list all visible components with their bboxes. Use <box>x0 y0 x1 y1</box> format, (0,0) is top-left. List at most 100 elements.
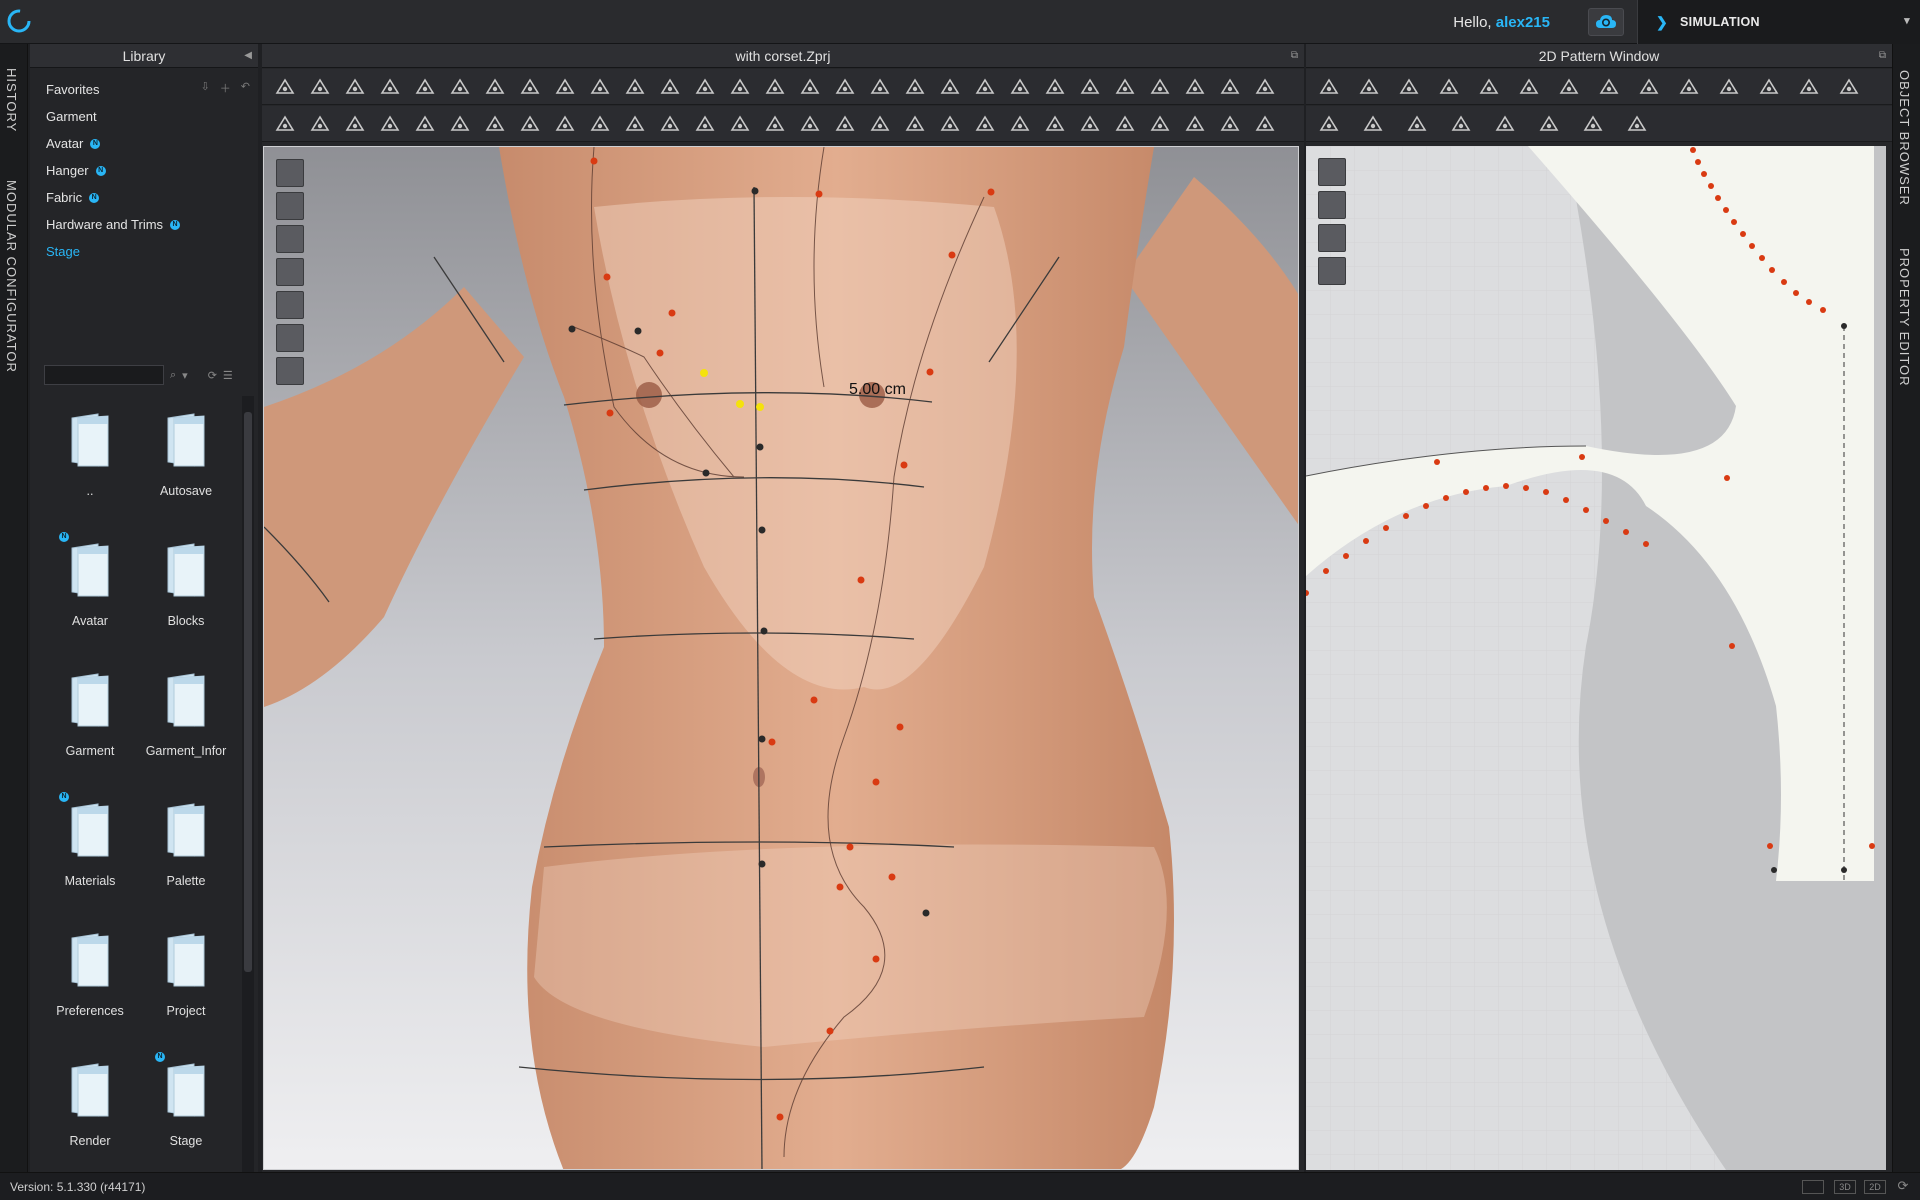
tool-icon[interactable] <box>1149 114 1171 134</box>
show-skin-icon[interactable] <box>276 324 304 352</box>
tool-icon[interactable] <box>1149 77 1171 97</box>
library-scrollbar[interactable] <box>242 396 254 1172</box>
tool-icon[interactable] <box>1219 114 1241 134</box>
tool-icon[interactable] <box>344 77 366 97</box>
3d-viewport[interactable]: 5.00 cm <box>263 146 1299 1170</box>
tool-icon[interactable] <box>624 114 646 134</box>
download-icon[interactable]: ⇩ <box>201 80 210 96</box>
folder-item[interactable]: Blocks <box>138 530 234 650</box>
tool-icon[interactable] <box>1838 77 1860 97</box>
tool-icon[interactable] <box>659 114 681 134</box>
folder-item[interactable]: Project <box>138 920 234 1040</box>
info-icon[interactable] <box>1318 224 1346 252</box>
tool-icon[interactable] <box>1538 114 1560 134</box>
tool-icon[interactable] <box>554 77 576 97</box>
tool-icon[interactable] <box>904 77 926 97</box>
tool-icon[interactable] <box>1450 114 1472 134</box>
tool-icon[interactable] <box>1009 77 1031 97</box>
tool-icon[interactable] <box>1438 77 1460 97</box>
view-mode-2d[interactable]: 2D <box>1864 1180 1886 1194</box>
show-avatar-icon[interactable] <box>276 159 304 187</box>
app-logo-icon[interactable] <box>6 8 32 34</box>
refresh-icon[interactable]: ⟳ <box>1892 1179 1914 1194</box>
tool-icon[interactable] <box>1318 77 1340 97</box>
tool-icon[interactable] <box>1518 77 1540 97</box>
tool-icon[interactable] <box>1009 114 1031 134</box>
tool-icon[interactable] <box>694 77 716 97</box>
show-fabric-icon[interactable] <box>276 258 304 286</box>
tool-icon[interactable] <box>1184 114 1206 134</box>
tool-icon[interactable] <box>1758 77 1780 97</box>
tool-icon[interactable] <box>1184 77 1206 97</box>
tool-icon[interactable] <box>1079 114 1101 134</box>
folder-item[interactable]: Palette <box>138 790 234 910</box>
library-item[interactable]: Hanger N <box>46 157 258 184</box>
tab-object-browser[interactable]: OBJECT BROWSER <box>1897 70 1912 206</box>
tool-icon[interactable] <box>974 114 996 134</box>
tool-icon[interactable] <box>1398 77 1420 97</box>
tool-icon[interactable] <box>484 77 506 97</box>
folder-item[interactable]: Stage N <box>138 1050 234 1170</box>
tool-icon[interactable] <box>449 114 471 134</box>
tool-icon[interactable] <box>1718 77 1740 97</box>
library-item[interactable]: Avatar N <box>46 130 258 157</box>
refresh-icon[interactable]: ⟳ <box>208 369 217 382</box>
back-icon[interactable]: ↶ <box>241 80 250 96</box>
tool-icon[interactable] <box>1318 114 1340 134</box>
simulation-mode-button[interactable]: ❯ SIMULATION ▾ <box>1637 0 1920 44</box>
tool-icon[interactable] <box>834 114 856 134</box>
tool-icon[interactable] <box>939 114 961 134</box>
folder-item[interactable]: Materials N <box>42 790 138 910</box>
tool-icon[interactable] <box>519 77 541 97</box>
folder-item[interactable]: Autosave <box>138 400 234 520</box>
tool-icon[interactable] <box>694 114 716 134</box>
tool-icon[interactable] <box>1362 114 1384 134</box>
2d-pattern-canvas[interactable] <box>1306 146 1886 1170</box>
tool-icon[interactable] <box>1044 77 1066 97</box>
tool-icon[interactable] <box>729 114 751 134</box>
tool-icon[interactable] <box>274 114 296 134</box>
tool-icon[interactable] <box>1114 114 1136 134</box>
tool-icon[interactable] <box>764 77 786 97</box>
folder-item[interactable]: Avatar N <box>42 530 138 650</box>
tool-icon[interactable] <box>729 77 751 97</box>
tool-icon[interactable] <box>1558 77 1580 97</box>
tool-icon[interactable] <box>1494 114 1516 134</box>
tool-icon[interactable] <box>1678 77 1700 97</box>
scrollbar-thumb[interactable] <box>244 412 252 972</box>
tool-icon[interactable] <box>1798 77 1820 97</box>
folder-item[interactable]: .. <box>42 400 138 520</box>
tab-history[interactable]: HISTORY <box>4 68 19 132</box>
tool-icon[interactable] <box>1478 77 1500 97</box>
tool-icon[interactable] <box>1406 114 1428 134</box>
tool-icon[interactable] <box>589 114 611 134</box>
popout-icon[interactable]: ⧉ <box>1291 44 1298 68</box>
library-search-input[interactable] <box>44 365 164 385</box>
tool-icon[interactable] <box>869 114 891 134</box>
tool-icon[interactable] <box>799 114 821 134</box>
tool-icon[interactable] <box>799 77 821 97</box>
folder-item[interactable]: Render <box>42 1050 138 1170</box>
show-body-icon[interactable] <box>276 225 304 253</box>
tool-icon[interactable] <box>344 114 366 134</box>
folder-item[interactable]: Preferences <box>42 920 138 1040</box>
tool-icon[interactable] <box>414 77 436 97</box>
tool-icon[interactable] <box>1626 114 1648 134</box>
tool-icon[interactable] <box>834 77 856 97</box>
tool-icon[interactable] <box>519 114 541 134</box>
tool-icon[interactable] <box>1254 114 1276 134</box>
tool-icon[interactable] <box>1254 77 1276 97</box>
popout-icon[interactable]: ⧉ <box>1879 44 1886 68</box>
show-fabric-icon[interactable] <box>1318 257 1346 285</box>
tab-property-editor[interactable]: PROPERTY EDITOR <box>1897 248 1912 387</box>
library-item[interactable]: Hardware and Trims N <box>46 211 258 238</box>
tool-icon[interactable] <box>1114 77 1136 97</box>
view-mode-split[interactable] <box>1802 1180 1824 1194</box>
tool-icon[interactable] <box>904 114 926 134</box>
tool-icon[interactable] <box>379 114 401 134</box>
tool-icon[interactable] <box>1598 77 1620 97</box>
folder-item[interactable]: Garment_Infor <box>138 660 234 780</box>
username[interactable]: alex215 <box>1496 14 1550 31</box>
library-item[interactable]: Garment <box>46 103 258 130</box>
tool-icon[interactable] <box>869 77 891 97</box>
